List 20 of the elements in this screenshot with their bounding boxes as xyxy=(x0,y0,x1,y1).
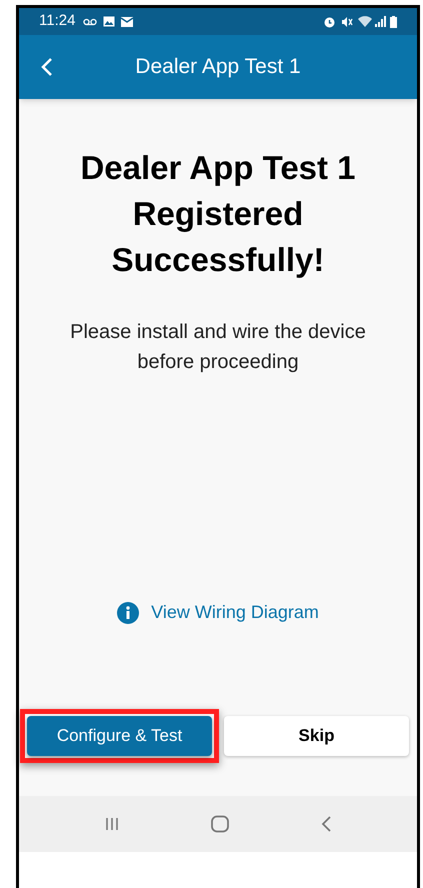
wiring-diagram-link[interactable]: View Wiring Diagram xyxy=(117,599,319,626)
signal-icon xyxy=(375,16,386,27)
back-icon xyxy=(41,57,53,77)
screen-title: Dealer App Test 1 xyxy=(135,54,301,80)
home-icon[interactable] xyxy=(210,815,230,833)
configure-button[interactable]: Configure & Test xyxy=(27,716,212,756)
back-icon[interactable] xyxy=(320,815,332,833)
mail-icon xyxy=(121,16,134,26)
battery-icon xyxy=(390,16,397,28)
instruction-text: Please install and wire the device before proceeding xyxy=(69,320,367,375)
alarm-icon xyxy=(323,16,336,28)
clock-time: 11:24 xyxy=(39,11,76,32)
recent-apps-icon[interactable] xyxy=(104,816,120,832)
mute-icon xyxy=(341,16,353,28)
info-icon xyxy=(117,602,140,624)
success-heading: Dealer App Test 1 Registered Successfully! xyxy=(79,148,357,280)
voicemail-icon xyxy=(83,18,98,26)
wifi-icon xyxy=(358,16,372,27)
image-icon xyxy=(103,16,116,27)
skip-button[interactable]: Skip xyxy=(224,716,409,756)
